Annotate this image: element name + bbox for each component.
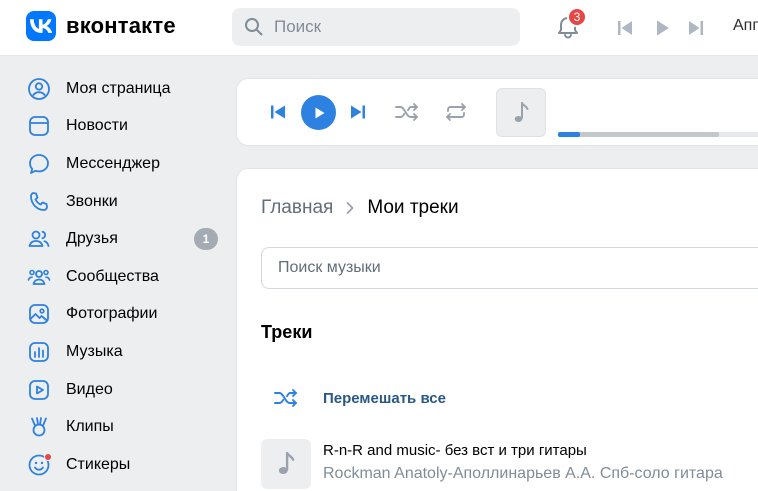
play-button[interactable]	[301, 95, 336, 130]
clips-icon	[26, 414, 52, 440]
sidebar-item-video[interactable]: Видео	[26, 371, 226, 409]
track-artist[interactable]: Rockman Anatoly-Аполлинарьев А.А. Спб-со…	[323, 465, 723, 483]
music-search-input[interactable]	[278, 259, 758, 277]
video-icon	[26, 377, 52, 403]
header-search[interactable]: Поиск	[232, 8, 520, 46]
vk-logo-text: вконтакте	[66, 13, 176, 38]
audio-player	[236, 78, 758, 146]
photo-icon	[26, 301, 52, 327]
header-next-track-icon[interactable]	[685, 17, 707, 39]
sidebar-item-label: Видео	[66, 380, 113, 398]
repeat-icon[interactable]	[443, 99, 469, 125]
playback-buffer-fill	[558, 132, 719, 137]
sticker-icon	[26, 452, 52, 478]
vk-logo-icon	[26, 11, 56, 41]
sidebar-item-label: Фотографии	[66, 305, 158, 323]
header-prev-track-icon[interactable]	[614, 17, 636, 39]
left-sidebar: Моя страница Новости Мессенджер Звонки Д…	[26, 70, 226, 484]
sidebar-item-label: Сообщества	[66, 267, 159, 285]
current-track-cover[interactable]	[496, 88, 546, 137]
track-cover[interactable]	[261, 439, 311, 489]
music-content: Главная Мои треки Треки Перемешать все R…	[236, 168, 758, 491]
music-search-box	[261, 247, 758, 289]
next-track-icon[interactable]	[345, 99, 371, 125]
header-search-placeholder: Поиск	[274, 17, 322, 36]
stickers-new-dot	[44, 452, 52, 461]
chevron-right-icon	[345, 201, 355, 215]
sidebar-item-clips[interactable]: Клипы	[26, 408, 226, 446]
vk-logo[interactable]: вконтакте	[26, 11, 176, 41]
sidebar-item-label: Звонки	[66, 192, 118, 210]
friends-icon	[26, 226, 52, 252]
sidebar-item-music[interactable]: Музыка	[26, 333, 226, 371]
sidebar-item-label: Стикеры	[66, 455, 131, 473]
breadcrumb-home-link[interactable]: Главная	[261, 197, 333, 219]
breadcrumb: Главная Мои треки	[261, 197, 459, 219]
header-app-label[interactable]: Апп	[733, 17, 758, 35]
sidebar-item-news[interactable]: Новости	[26, 108, 226, 146]
sidebar-item-label: Мессенджер	[66, 154, 160, 172]
header-play-icon[interactable]	[651, 17, 673, 39]
sidebar-item-label: Новости	[66, 117, 128, 135]
play-icon	[315, 107, 324, 118]
track-title[interactable]: R-n-R and music- без вст и три гитары	[323, 442, 723, 459]
sidebar-item-label: Друзья	[66, 230, 118, 248]
track-row[interactable]: R-n-R and music- без вст и три гитары Ro…	[261, 439, 758, 491]
shuffle-all-label: Перемешать все	[323, 389, 446, 407]
sidebar-item-stickers[interactable]: Стикеры	[26, 446, 226, 484]
sidebar-item-calls[interactable]: Звонки	[26, 183, 226, 221]
sidebar-item-photos[interactable]: Фотографии	[26, 296, 226, 334]
music-note-icon	[514, 101, 529, 122]
search-icon	[245, 18, 263, 36]
playback-progress-bar[interactable]	[558, 132, 758, 137]
sidebar-item-label: Музыка	[66, 342, 123, 360]
page-title: Мои треки	[367, 197, 459, 218]
prev-track-icon[interactable]	[265, 99, 291, 125]
music-icon	[26, 339, 52, 365]
user-circle-icon	[26, 76, 52, 102]
track-info: R-n-R and music- без вст и три гитары Ro…	[323, 439, 723, 491]
phone-icon	[26, 189, 52, 215]
sidebar-item-my-page[interactable]: Моя страница	[26, 70, 226, 108]
message-icon	[26, 151, 52, 177]
section-title: Треки	[261, 322, 313, 342]
sidebar-item-communities[interactable]: Сообщества	[26, 258, 226, 296]
communities-icon	[26, 264, 52, 290]
sidebar-item-friends[interactable]: Друзья 1	[26, 220, 226, 258]
notifications-badge: 3	[567, 7, 587, 27]
sidebar-item-label: Моя страница	[66, 79, 171, 97]
shuffle-all-button[interactable]: Перемешать все	[261, 383, 446, 413]
sidebar-item-messenger[interactable]: Мессенджер	[26, 145, 226, 183]
music-note-icon	[278, 451, 295, 475]
friends-count-badge: 1	[194, 228, 218, 251]
news-icon	[26, 113, 52, 139]
playback-progress-fill	[558, 132, 580, 137]
shuffle-all-icon	[261, 387, 311, 409]
top-header: вконтакте Поиск 3 Апп	[0, 0, 758, 56]
shuffle-icon[interactable]	[394, 99, 420, 125]
sidebar-item-label: Клипы	[66, 418, 114, 436]
